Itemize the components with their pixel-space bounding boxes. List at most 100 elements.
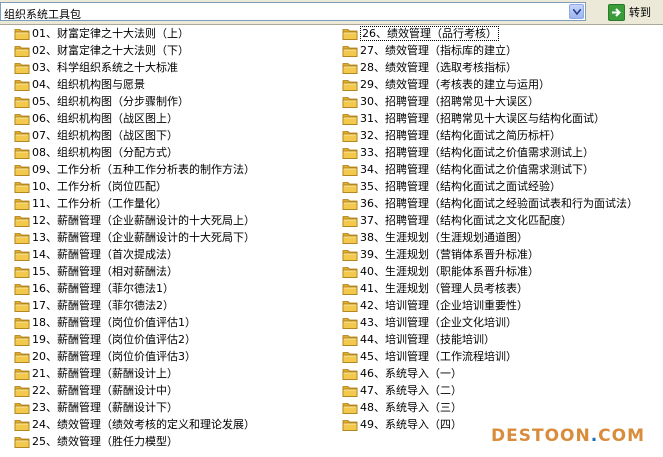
folder-column-left: 01、财富定律之十大法则（上） 02、财富定律之十大法则（下） 03、科学组织系统之…: [14, 25, 255, 450]
folder-item-label: 16、薪酬管理（菲尔德法1）: [32, 282, 174, 295]
folder-item[interactable]: 39、生涯规划（营销体系晋升标准）: [342, 246, 638, 263]
folder-item[interactable]: 34、招聘管理（结构化面试之价值需求测试下）: [342, 161, 638, 178]
folder-item-label: 40、生涯规划（职能体系晋升标准）: [360, 265, 539, 278]
folder-item[interactable]: 12、薪酬管理（企业薪酬设计的十大死局上）: [14, 212, 255, 229]
folder-item[interactable]: 45、培训管理（工作流程培训）: [342, 348, 638, 365]
folder-item[interactable]: 41、生涯规划（管理人员考核表）: [342, 280, 638, 297]
folder-icon: [14, 385, 30, 397]
folder-icon: [14, 266, 30, 278]
folder-item[interactable]: 01、财富定律之十大法则（上）: [14, 25, 255, 42]
folder-item[interactable]: 25、绩效管理（胜任力模型）: [14, 433, 255, 450]
folder-item[interactable]: 33、招聘管理（结构化面试之价值需求测试上）: [342, 144, 638, 161]
folder-item[interactable]: 44、培训管理（技能培训）: [342, 331, 638, 348]
folder-item[interactable]: 21、薪酬管理（薪酬设计上）: [14, 365, 255, 382]
watermark: DESTOON.COM: [491, 426, 645, 446]
folder-item[interactable]: 37、招聘管理（结构化面试之文化匹配度）: [342, 212, 638, 229]
folder-item-label: 01、财富定律之十大法则（上）: [32, 27, 189, 40]
folder-icon: [342, 45, 358, 57]
folder-icon: [342, 249, 358, 261]
folder-item[interactable]: 02、财富定律之十大法则（下）: [14, 42, 255, 59]
folder-item-label: 18、薪酬管理（岗位价值评估1）: [32, 316, 196, 329]
folder-item-label: 44、培训管理（技能培训）: [360, 333, 495, 346]
folder-item[interactable]: 42、培训管理（企业培训重要性）: [342, 297, 638, 314]
folder-icon: [342, 62, 358, 74]
folder-item-label: 23、薪酬管理（薪酬设计下）: [32, 401, 178, 414]
folder-item[interactable]: 03、科学组织系统之十大标准: [14, 59, 255, 76]
folder-item[interactable]: 35、招聘管理（结构化面试之面试经验）: [342, 178, 638, 195]
folder-item[interactable]: 18、薪酬管理（岗位价值评估1）: [14, 314, 255, 331]
folder-item[interactable]: 06、组织机构图（战区图上）: [14, 110, 255, 127]
folder-item[interactable]: 09、工作分析（五种工作分析表的制作方法）: [14, 161, 255, 178]
go-button[interactable]: 转到: [608, 3, 662, 21]
folder-list: 01、财富定律之十大法则（上） 02、财富定律之十大法则（下） 03、科学组织系统之…: [0, 24, 663, 457]
folder-item-label: 49、系统导入（四）: [360, 418, 462, 431]
folder-item[interactable]: 46、系统导入（一）: [342, 365, 638, 382]
folder-item[interactable]: 13、薪酬管理（企业薪酬设计的十大死局下）: [14, 229, 255, 246]
folder-item[interactable]: 15、薪酬管理（相对薪酬法）: [14, 263, 255, 280]
folder-item[interactable]: 47、系统导入（二）: [342, 382, 638, 399]
folder-item[interactable]: 19、薪酬管理（岗位价值评估2）: [14, 331, 255, 348]
folder-item[interactable]: 07、组织机构图（战区图下）: [14, 127, 255, 144]
folder-icon: [14, 402, 30, 414]
folder-item[interactable]: 17、薪酬管理（菲尔德法2）: [14, 297, 255, 314]
folder-item-label: 39、生涯规划（营销体系晋升标准）: [360, 248, 539, 261]
folder-item-label: 11、工作分析（工作量化）: [32, 197, 167, 210]
folder-item[interactable]: 27、绩效管理（指标库的建立）: [342, 42, 638, 59]
folder-icon: [14, 249, 30, 261]
folder-item-label: 08、组织机构图（分配方式）: [32, 146, 178, 159]
folder-item[interactable]: 14、薪酬管理（首次提成法）: [14, 246, 255, 263]
folder-item[interactable]: 31、招聘管理（招聘常见十大误区与结构化面试）: [342, 110, 638, 127]
folder-item[interactable]: 26、绩效管理（品行考核）: [342, 25, 638, 42]
folder-item[interactable]: 05、组织机构图（分步骤制作）: [14, 93, 255, 110]
folder-item[interactable]: 24、绩效管理（绩效考核的定义和理论发展）: [14, 416, 255, 433]
folder-item-label: 17、薪酬管理（菲尔德法2）: [32, 299, 174, 312]
folder-icon: [14, 164, 30, 176]
folder-item-label: 10、工作分析（岗位匹配）: [32, 180, 167, 193]
folder-icon: [14, 368, 30, 380]
folder-icon: [14, 130, 30, 142]
folder-item[interactable]: 32、招聘管理（结构化面试之简历标杆）: [342, 127, 638, 144]
folder-item[interactable]: 28、绩效管理（选取考核指标）: [342, 59, 638, 76]
folder-icon: [342, 419, 358, 431]
folder-item[interactable]: 22、薪酬管理（薪酬设计中）: [14, 382, 255, 399]
address-input[interactable]: 组织系统工具包: [0, 2, 586, 21]
folder-item[interactable]: 38、生涯规划（生涯规划通道图）: [342, 229, 638, 246]
address-dropdown-button[interactable]: [569, 4, 584, 19]
folder-icon: [342, 96, 358, 108]
folder-item-label: 19、薪酬管理（岗位价值评估2）: [32, 333, 196, 346]
folder-item[interactable]: 40、生涯规划（职能体系晋升标准）: [342, 263, 638, 280]
folder-item[interactable]: 30、招聘管理（招聘常见十大误区）: [342, 93, 638, 110]
folder-item[interactable]: 20、薪酬管理（岗位价值评估3）: [14, 348, 255, 365]
folder-item-label: 36、招聘管理（结构化面试之经验面试表和行为面试法）: [360, 197, 638, 210]
folder-item-label: 45、培训管理（工作流程培训）: [360, 350, 517, 363]
folder-item[interactable]: 11、工作分析（工作量化）: [14, 195, 255, 212]
chevron-down-icon: [573, 9, 581, 15]
folder-item[interactable]: 08、组织机构图（分配方式）: [14, 144, 255, 161]
folder-item[interactable]: 10、工作分析（岗位匹配）: [14, 178, 255, 195]
folder-icon: [342, 334, 358, 346]
folder-item-label: 34、招聘管理（结构化面试之价值需求测试下）: [360, 163, 594, 176]
folder-item[interactable]: 23、薪酬管理（薪酬设计下）: [14, 399, 255, 416]
folder-item[interactable]: 04、组织机构图与愿景: [14, 76, 255, 93]
folder-item-label: 27、绩效管理（指标库的建立）: [360, 44, 517, 57]
folder-item[interactable]: 36、招聘管理（结构化面试之经验面试表和行为面试法）: [342, 195, 638, 212]
folder-item-label: 09、工作分析（五种工作分析表的制作方法）: [32, 163, 255, 176]
folder-icon: [14, 317, 30, 329]
address-value: 组织系统工具包: [4, 8, 81, 21]
folder-item-label: 28、绩效管理（选取考核指标）: [360, 61, 517, 74]
folder-icon: [342, 300, 358, 312]
folder-item-label: 46、系统导入（一）: [360, 367, 462, 380]
go-button-label: 转到: [629, 6, 651, 19]
folder-item-label: 20、薪酬管理（岗位价值评估3）: [32, 350, 196, 363]
folder-icon: [14, 198, 30, 210]
folder-item-label: 12、薪酬管理（企业薪酬设计的十大死局上）: [32, 214, 255, 227]
folder-item[interactable]: 43、培训管理（企业文化培训）: [342, 314, 638, 331]
folder-icon: [14, 113, 30, 125]
folder-icon: [342, 28, 358, 40]
folder-item[interactable]: 48、系统导入（三）: [342, 399, 638, 416]
folder-icon: [14, 45, 30, 57]
folder-item[interactable]: 16、薪酬管理（菲尔德法1）: [14, 280, 255, 297]
folder-icon: [342, 79, 358, 91]
folder-icon: [342, 351, 358, 363]
folder-item[interactable]: 29、绩效管理（考核表的建立与运用）: [342, 76, 638, 93]
